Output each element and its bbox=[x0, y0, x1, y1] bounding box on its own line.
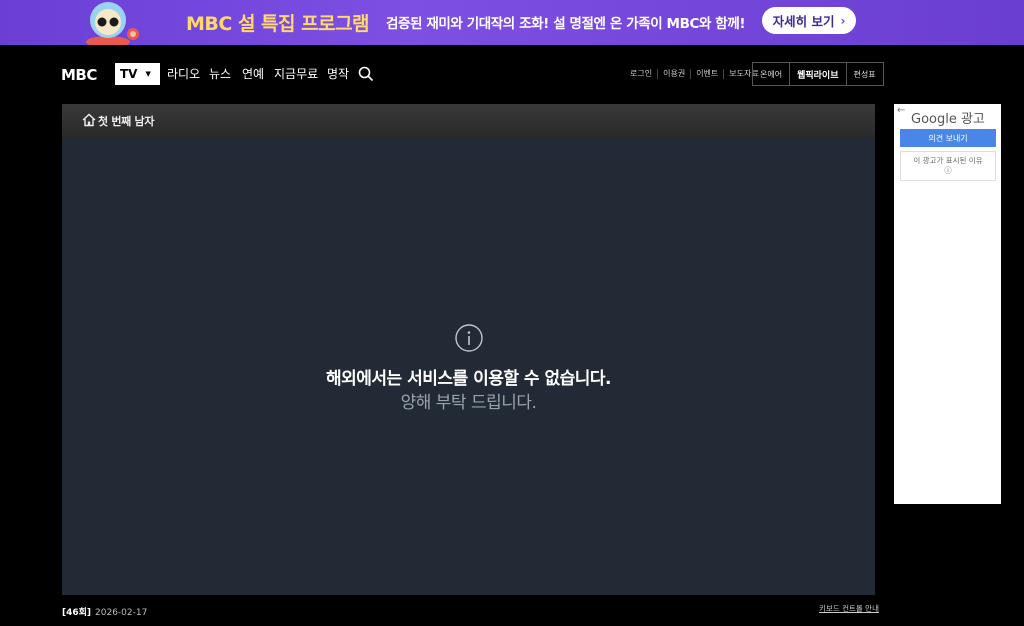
nav-entertainment[interactable]: 연예 bbox=[242, 65, 264, 82]
promo-banner[interactable]: MBC 설 특집 프로그램 검증된 재미와 기대작의 조화! 설 명절엔 온 가… bbox=[0, 0, 1024, 45]
program-title[interactable]: 첫 번째 남자 bbox=[98, 113, 154, 129]
pass-link[interactable]: 이용권 bbox=[657, 69, 690, 79]
video-player[interactable]: 첫 번째 남자 해외에서는 서비스를 이용할 수 없습니다. 양해 부탁 드립니… bbox=[62, 104, 875, 595]
nav-news[interactable]: 뉴스 bbox=[209, 65, 231, 82]
mascot-character-icon bbox=[86, 2, 139, 45]
search-icon[interactable] bbox=[358, 66, 374, 82]
player-header: 첫 번째 남자 bbox=[62, 104, 875, 137]
ad-info-icon: ⓘ bbox=[944, 166, 952, 175]
ad-title: Google 광고 bbox=[911, 112, 985, 127]
onair-link[interactable]: 온에어 bbox=[753, 63, 789, 85]
ad-feedback-button[interactable]: 의견 보내기 bbox=[900, 129, 996, 147]
apology-message: 양해 부탁 드립니다. bbox=[400, 393, 537, 413]
nav-classics[interactable]: 명작 bbox=[327, 65, 349, 82]
banner-title: MBC 설 특집 프로그램 bbox=[186, 13, 370, 35]
chevron-right-icon: › bbox=[840, 13, 846, 28]
global-nav: MBC TV ▼ 라디오 뉴스 연예 지금무료 명작 로그인 이용권 이벤트 보… bbox=[0, 45, 1024, 103]
mbc-logo-text: MBC bbox=[61, 66, 97, 84]
webpick-live-link[interactable]: 웹픽라이브 bbox=[789, 63, 845, 85]
banner-details-label: 자세히 보기 bbox=[772, 14, 835, 29]
home-icon[interactable] bbox=[82, 113, 96, 127]
util-box: 온에어 웹픽라이브 편성표 bbox=[752, 62, 884, 86]
region-block-message: 해외에서는 서비스를 이용할 수 없습니다. bbox=[325, 369, 612, 389]
util-links: 로그인 이용권 이벤트 보도자료 bbox=[626, 62, 764, 86]
login-link[interactable]: 로그인 bbox=[626, 69, 657, 79]
tv-category-label: TV bbox=[120, 67, 138, 81]
episode-date: 2026-02-17 bbox=[95, 608, 148, 618]
nav-radio[interactable]: 라디오 bbox=[167, 65, 200, 82]
schedule-link[interactable]: 편성표 bbox=[845, 63, 883, 85]
ad-why-text: 이 광고가 표시된 이유 bbox=[913, 156, 983, 165]
tv-category-select[interactable]: TV ▼ bbox=[115, 63, 160, 85]
ad-why-button[interactable]: 이 광고가 표시된 이유 ⓘ bbox=[900, 151, 996, 181]
nav-free-now[interactable]: 지금무료 bbox=[274, 65, 318, 82]
banner-details-button[interactable]: 자세히 보기 › bbox=[762, 7, 856, 34]
episode-info: [46회] 2026-02-17 bbox=[62, 605, 147, 618]
info-icon bbox=[455, 324, 483, 352]
event-link[interactable]: 이벤트 bbox=[690, 69, 723, 79]
keyboard-guide-link[interactable]: 키보드 컨트롤 안내 bbox=[819, 603, 879, 614]
google-ad-panel: ← Google 광고 의견 보내기 이 광고가 표시된 이유 ⓘ bbox=[894, 104, 1001, 504]
caret-down-icon: ▼ bbox=[145, 70, 151, 78]
banner-text: 검증된 재미와 기대작의 조화! 설 명절엔 온 가족이 MBC와 함께! bbox=[386, 16, 746, 32]
episode-number: [46회] bbox=[62, 608, 92, 618]
arrow-left-icon[interactable]: ← bbox=[897, 105, 905, 116]
mbc-logo[interactable]: MBC bbox=[61, 65, 105, 85]
